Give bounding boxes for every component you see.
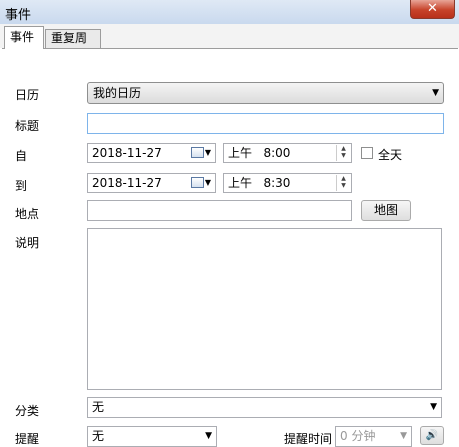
- from-time-value: 上午 8:00: [228, 146, 291, 160]
- reminder-time-select[interactable]: 0 分钟 ▼: [335, 426, 412, 447]
- map-button[interactable]: 地图: [361, 200, 411, 221]
- window-title: 事件: [5, 8, 32, 23]
- spin-down-icon[interactable]: ▼: [337, 152, 350, 159]
- to-label: 到: [15, 179, 28, 193]
- description-label: 说明: [15, 236, 40, 250]
- tab-recurrence[interactable]: 重复周期: [45, 29, 101, 62]
- title-label: 标题: [15, 119, 40, 133]
- from-date-picker[interactable]: 2018-11-27 ▼: [87, 143, 216, 163]
- reminder-sound-button[interactable]: 🔊: [420, 426, 444, 445]
- reminder-select[interactable]: 无 ▼: [87, 426, 217, 447]
- close-button[interactable]: ✕: [410, 0, 455, 19]
- reminder-label: 提醒: [15, 432, 40, 446]
- category-select[interactable]: 无 ▼: [87, 397, 442, 418]
- location-label: 地点: [15, 207, 40, 221]
- description-textarea[interactable]: [87, 228, 442, 390]
- reminder-time-value: 0 分钟: [340, 429, 376, 443]
- category-label: 分类: [15, 404, 40, 418]
- to-time-value: 上午 8:30: [228, 176, 291, 190]
- reminder-time-label: 提醒时间: [284, 432, 333, 446]
- to-time-spinner[interactable]: ▲ ▼: [336, 175, 350, 191]
- title-bar: 事件 ✕: [0, 0, 459, 25]
- allday-checkbox[interactable]: [361, 147, 373, 159]
- chevron-down-icon: ▼: [430, 402, 437, 412]
- spin-down-icon[interactable]: ▼: [337, 182, 350, 189]
- calendar-select[interactable]: 我的日历 ▼: [87, 82, 444, 104]
- spin-up-icon[interactable]: ▲: [337, 145, 350, 152]
- chevron-down-icon[interactable]: ▼: [205, 144, 211, 162]
- reminder-select-value: 无: [92, 429, 105, 443]
- from-time-spinner[interactable]: ▲ ▼: [336, 145, 350, 161]
- chevron-down-icon: ▼: [432, 88, 439, 98]
- calendar-select-value: 我的日历: [93, 86, 142, 100]
- spin-up-icon[interactable]: ▲: [337, 175, 350, 182]
- speaker-icon: 🔊: [425, 430, 439, 441]
- to-time-picker[interactable]: 上午 8:30 ▲ ▼: [223, 173, 352, 193]
- tab-event[interactable]: 事件: [4, 26, 44, 49]
- calendar-label: 日历: [15, 88, 40, 102]
- calendar-icon[interactable]: [191, 177, 204, 188]
- allday-label: 全天: [378, 148, 403, 162]
- title-input[interactable]: [87, 113, 444, 134]
- category-select-value: 无: [92, 400, 105, 414]
- chevron-down-icon: ▼: [400, 431, 407, 441]
- close-icon: ✕: [427, 1, 438, 16]
- to-date-picker[interactable]: 2018-11-27 ▼: [87, 173, 216, 193]
- from-date-value: 2018-11-27: [92, 146, 162, 160]
- calendar-icon[interactable]: [191, 147, 204, 158]
- chevron-down-icon[interactable]: ▼: [205, 174, 211, 192]
- from-time-picker[interactable]: 上午 8:00 ▲ ▼: [223, 143, 352, 163]
- from-label: 自: [15, 149, 28, 163]
- chevron-down-icon: ▼: [205, 431, 212, 441]
- location-input[interactable]: [87, 200, 352, 221]
- to-date-value: 2018-11-27: [92, 176, 162, 190]
